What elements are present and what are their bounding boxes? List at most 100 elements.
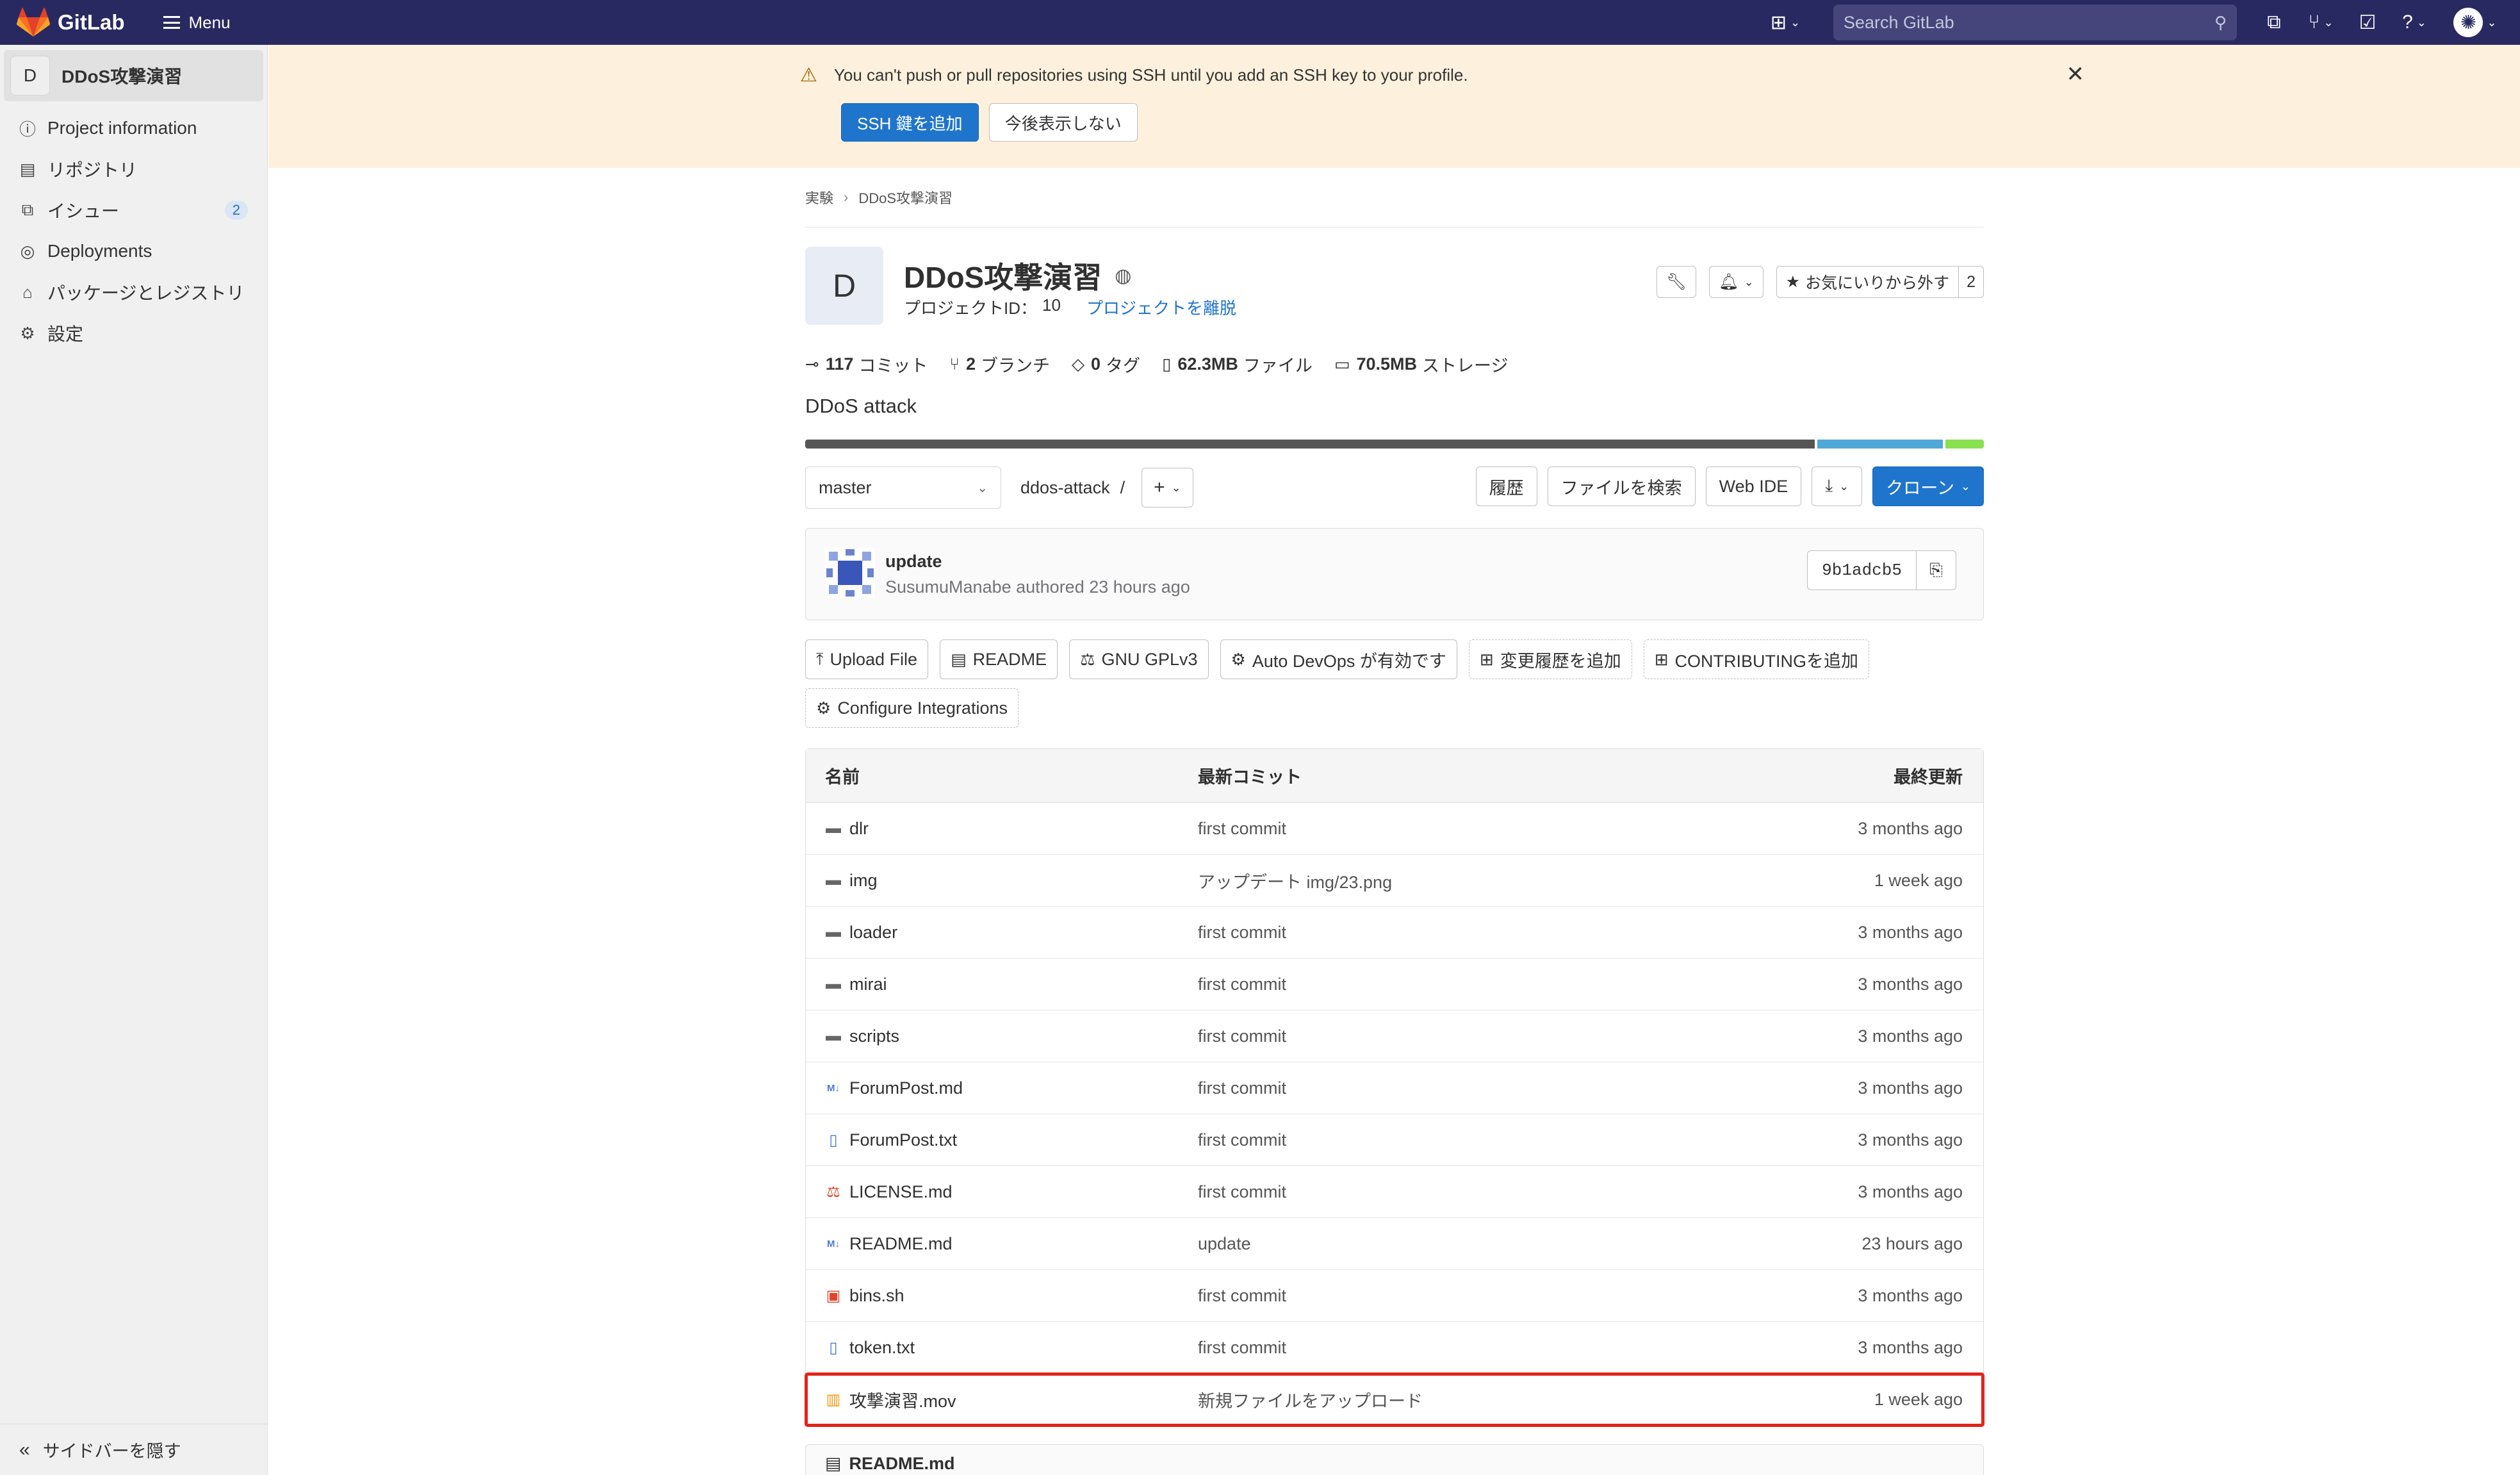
star-count[interactable]: 2: [1958, 267, 1983, 297]
language-segment[interactable]: [1817, 440, 1943, 449]
auto-devops-button[interactable]: ⚙ Auto DevOps が有効です: [1220, 639, 1457, 679]
upload-file-button[interactable]: ⤒ Upload File: [805, 639, 929, 679]
stat-files[interactable]: ▯ 62.3MB ファイル: [1162, 352, 1313, 377]
file-name[interactable]: scripts: [849, 1026, 899, 1046]
table-row[interactable]: M↓ ForumPost.md first commit 3 months ago: [806, 1062, 1983, 1114]
table-row[interactable]: ▬ scripts first commit 3 months ago: [806, 1010, 1983, 1062]
settings-wrench-button[interactable]: 🔧︎: [1657, 266, 1696, 298]
last-commit-cell[interactable]: first commit: [1198, 975, 1774, 994]
table-row[interactable]: M↓ README.md update 23 hours ago: [806, 1218, 1983, 1270]
last-commit-cell[interactable]: アップデート img/23.png: [1198, 868, 1774, 893]
last-commit-cell[interactable]: first commit: [1198, 1182, 1774, 1202]
collapse-sidebar-button[interactable]: « サイドバーを隠す: [0, 1424, 268, 1475]
add-contributing-button[interactable]: ⊞ CONTRIBUTINGを追加: [1643, 639, 1870, 679]
file-name-cell[interactable]: ⚖ LICENSE.md: [806, 1182, 1198, 1202]
last-commit-cell[interactable]: 新規ファイルをアップロード: [1198, 1387, 1774, 1412]
breadcrumb-item-group[interactable]: 実験: [805, 187, 833, 208]
search-input[interactable]: [1844, 12, 2214, 33]
language-segment[interactable]: [805, 440, 1815, 449]
file-name-cell[interactable]: M↓ ForumPost.md: [806, 1078, 1198, 1098]
table-row[interactable]: ▬ mirai first commit 3 months ago: [806, 959, 1983, 1010]
table-row[interactable]: ▥ 攻撃演習.mov 新規ファイルをアップロード 1 week ago: [805, 1372, 1984, 1427]
web-ide-button[interactable]: Web IDE: [1705, 466, 1802, 506]
sidebar-item-deployments[interactable]: ◎ Deployments: [0, 231, 267, 272]
sidebar-item-issues[interactable]: ⧉ イシュー 2: [0, 190, 267, 231]
table-row[interactable]: ▬ img アップデート img/23.png 1 week ago: [806, 855, 1983, 907]
merge-requests-button[interactable]: ⑂ ⌄: [2292, 0, 2350, 45]
file-name-cell[interactable]: ▬ mirai: [806, 975, 1198, 994]
table-row[interactable]: ▬ loader first commit 3 months ago: [806, 907, 1983, 959]
stat-storage[interactable]: ▭ 70.5MB ストレージ: [1334, 352, 1509, 377]
issues-button[interactable]: ⧉: [2256, 0, 2292, 45]
user-menu[interactable]: ✺ ⌄: [2443, 0, 2507, 45]
last-commit-cell[interactable]: first commit: [1198, 819, 1774, 839]
file-name[interactable]: loader: [849, 923, 897, 943]
table-row[interactable]: ▬ dlr first commit 3 months ago: [806, 803, 1983, 855]
license-button[interactable]: ⚖ GNU GPLv3: [1069, 639, 1209, 679]
file-name[interactable]: 攻撃演習.mov: [849, 1387, 956, 1412]
leave-project-link[interactable]: プロジェクトを離脱: [1086, 295, 1236, 319]
file-name-cell[interactable]: ▬ dlr: [806, 819, 1198, 839]
dont-show-again-button[interactable]: 今後表示しない: [988, 103, 1138, 142]
file-name[interactable]: img: [849, 871, 878, 891]
last-commit-cell[interactable]: first commit: [1198, 1338, 1774, 1358]
file-name-cell[interactable]: ▯ token.txt: [806, 1338, 1198, 1358]
file-name[interactable]: mirai: [849, 975, 887, 994]
file-name[interactable]: dlr: [849, 819, 869, 839]
table-row[interactable]: ▯ ForumPost.txt first commit 3 months ago: [806, 1114, 1983, 1166]
stat-commits[interactable]: ⊸ 117 コミット: [805, 352, 928, 377]
last-commit-cell[interactable]: first commit: [1198, 1026, 1774, 1046]
table-row[interactable]: ⚖ LICENSE.md first commit 3 months ago: [806, 1166, 1983, 1218]
file-name[interactable]: LICENSE.md: [849, 1182, 953, 1202]
configure-integrations-button[interactable]: ⚙ Configure Integrations: [805, 688, 1019, 728]
language-segment[interactable]: [1945, 440, 1984, 449]
breadcrumb-item-project[interactable]: DDoS攻撃演習: [858, 187, 953, 208]
file-name-cell[interactable]: ▥ 攻撃演習.mov: [806, 1387, 1198, 1412]
copy-sha-button[interactable]: ⎘: [1917, 550, 1956, 590]
star-button[interactable]: ★ お気にいりから外す 2: [1776, 266, 1984, 298]
readme-button[interactable]: ▤ README: [940, 639, 1058, 679]
file-name[interactable]: ForumPost.md: [849, 1078, 963, 1098]
menu-button[interactable]: Menu: [163, 13, 231, 33]
file-name-cell[interactable]: ▣ bins.sh: [806, 1286, 1198, 1306]
sidebar-item-repository[interactable]: ▤ リポジトリ: [0, 149, 267, 190]
add-to-tree-button[interactable]: + ⌄: [1141, 468, 1193, 507]
branch-selector[interactable]: master ⌄: [805, 466, 1001, 509]
last-commit-cell[interactable]: first commit: [1198, 923, 1774, 943]
sidebar-item-settings[interactable]: ⚙ 設定: [0, 313, 267, 354]
download-button[interactable]: ⤓ ⌄: [1812, 466, 1863, 506]
last-commit-cell[interactable]: first commit: [1198, 1078, 1774, 1098]
todos-button[interactable]: ☑: [2350, 0, 2385, 45]
sidebar-project-header[interactable]: D DDoS攻撃演習: [4, 50, 263, 101]
readme-filename[interactable]: README.md: [849, 1454, 955, 1474]
table-row[interactable]: ▯ token.txt first commit 3 months ago: [806, 1322, 1983, 1374]
file-name-cell[interactable]: ▬ scripts: [806, 1026, 1198, 1046]
close-icon[interactable]: ✕: [2066, 62, 2085, 87]
gitlab-logo[interactable]: GitLab: [17, 7, 125, 38]
help-button[interactable]: ? ⌄: [2385, 0, 2443, 45]
table-row[interactable]: ▣ bins.sh first commit 3 months ago: [806, 1270, 1983, 1322]
commit-title[interactable]: update: [885, 552, 942, 572]
author-avatar[interactable]: [825, 548, 875, 598]
find-file-button[interactable]: ファイルを検索: [1547, 466, 1696, 506]
last-commit-cell[interactable]: first commit: [1198, 1130, 1774, 1150]
file-name[interactable]: bins.sh: [849, 1286, 904, 1306]
file-name-cell[interactable]: M↓ README.md: [806, 1234, 1198, 1254]
add-ssh-key-button[interactable]: SSH 鍵を追加: [841, 103, 979, 142]
notifications-button[interactable]: 🔔︎ ⌄: [1708, 266, 1763, 298]
file-name-cell[interactable]: ▬ loader: [806, 923, 1198, 943]
file-name-cell[interactable]: ▯ ForumPost.txt: [806, 1130, 1198, 1150]
file-name-cell[interactable]: ▬ img: [806, 871, 1198, 891]
repo-path[interactable]: ddos-attack /: [1020, 478, 1125, 498]
sidebar-item-packages[interactable]: ⌂ パッケージとレジストリ: [0, 272, 267, 313]
last-commit-cell[interactable]: first commit: [1198, 1286, 1774, 1306]
new-item-button[interactable]: ⊞ ⌄: [1756, 0, 1814, 45]
file-name[interactable]: token.txt: [849, 1338, 915, 1358]
stat-tags[interactable]: ◇ 0 タグ: [1072, 352, 1140, 377]
sidebar-item-project-information[interactable]: ⓘ Project information: [0, 108, 267, 149]
file-name[interactable]: README.md: [849, 1234, 953, 1254]
file-name[interactable]: ForumPost.txt: [849, 1130, 957, 1150]
commit-sha[interactable]: 9b1adcb5: [1807, 550, 1917, 590]
stat-branches[interactable]: ⑂ 2 ブランチ: [949, 352, 1050, 377]
search-box[interactable]: ⚲: [1833, 4, 2237, 40]
